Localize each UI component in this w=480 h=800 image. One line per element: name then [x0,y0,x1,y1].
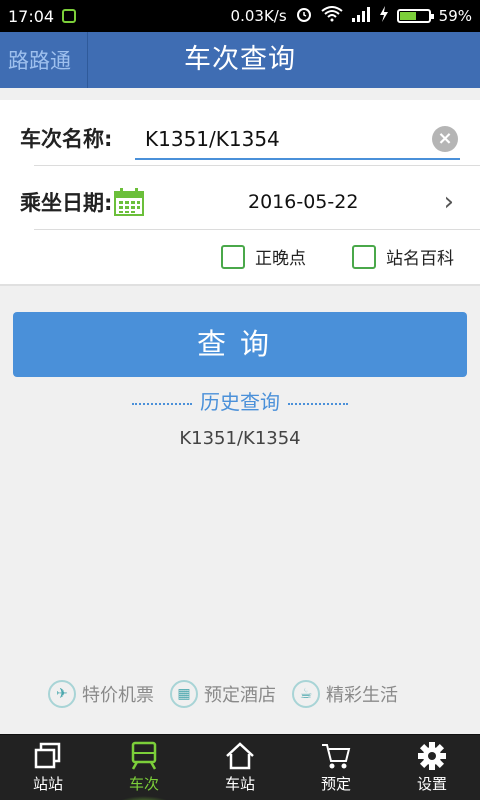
date-row[interactable]: 乘坐日期: 2016-05-22 › [20,178,460,226]
status-bar: 17:04 0.03K/s 59% [0,0,480,32]
quick-link-flights[interactable]: ✈ 特价机票 [48,680,154,708]
quick-link-life[interactable]: ☕ 精彩生活 [292,680,398,708]
app-name-button[interactable]: 路路通 [0,32,88,88]
battery-percent: 59% [438,7,472,25]
tab-label: 设置 [416,775,447,793]
quick-link-hotel[interactable]: ▦ 预定酒店 [170,680,276,708]
coffee-icon: ☕ [292,680,320,708]
hotel-icon: ▦ [170,680,198,708]
punctuality-checkbox[interactable]: 正晚点 [221,244,306,269]
home-icon [226,742,254,770]
tab-station[interactable]: 车站 [192,735,288,800]
wifi-icon [321,6,343,26]
tab-bar: 站站 车次 车站 预定 设置 [0,734,480,800]
quick-link-label: 特价机票 [82,685,154,706]
train-name-input[interactable] [135,120,425,158]
notification-icon [62,9,77,23]
battery-icon [396,9,434,23]
train-name-label: 车次名称: [20,127,113,151]
chevron-right-icon[interactable]: › [444,187,454,217]
tab-booking[interactable]: 预定 [288,735,384,800]
checkbox-box[interactable] [221,244,245,269]
title-bar: 车次查询 路路通 [0,32,480,88]
tab-label: 站站 [32,775,63,793]
airplane-icon: ✈ [48,680,76,708]
quick-links: ✈ 特价机票 ▦ 预定酒店 ☕ 精彩生活 [48,680,398,708]
clear-icon[interactable]: × [432,126,458,152]
divider [34,229,480,230]
tab-label: 车站 [224,775,255,793]
tab-train[interactable]: 车次 [96,735,192,800]
dotted-divider [132,402,192,405]
cart-icon [322,744,351,769]
history-item[interactable]: K1351/K1354 [0,428,480,449]
dotted-divider [288,402,348,405]
quick-link-label: 预定酒店 [204,685,276,706]
checkbox-box[interactable] [352,244,376,269]
status-time: 17:04 [8,6,55,26]
station-wiki-checkbox[interactable]: 站名百科 [352,244,454,269]
tab-station-to-station[interactable]: 站站 [0,735,96,800]
tab-label: 车次 [128,775,159,793]
tab-label: 预定 [320,775,351,793]
network-speed: 0.03K/s [230,7,287,25]
history-title: 历史查询 [0,386,480,415]
date-label: 乘坐日期: [20,191,113,215]
status-right: 0.03K/s 59% [231,5,472,27]
gear-icon [418,742,446,770]
charging-icon [379,6,389,26]
history-title-label: 历史查询 [200,390,280,414]
train-icon [131,741,157,770]
quick-link-label: 精彩生活 [326,685,398,706]
divider [34,165,480,166]
station-wiki-label: 站名百科 [386,249,454,269]
train-name-field-wrap: × [135,120,460,160]
query-button[interactable]: 查询 [13,312,467,377]
station-to-station-icon [34,742,61,769]
alarm-icon [295,5,313,27]
train-name-row: 车次名称: × [20,114,460,162]
date-value[interactable]: 2016-05-22 [248,191,358,213]
tab-settings[interactable]: 设置 [384,735,480,800]
calendar-icon [114,188,145,216]
punctuality-label: 正晚点 [255,249,306,269]
query-form: 车次名称: × 乘坐日期: 2016-05-22 › [0,100,480,286]
options-row: 正晚点 站名百科 [221,244,454,269]
signal-icon [351,6,371,26]
